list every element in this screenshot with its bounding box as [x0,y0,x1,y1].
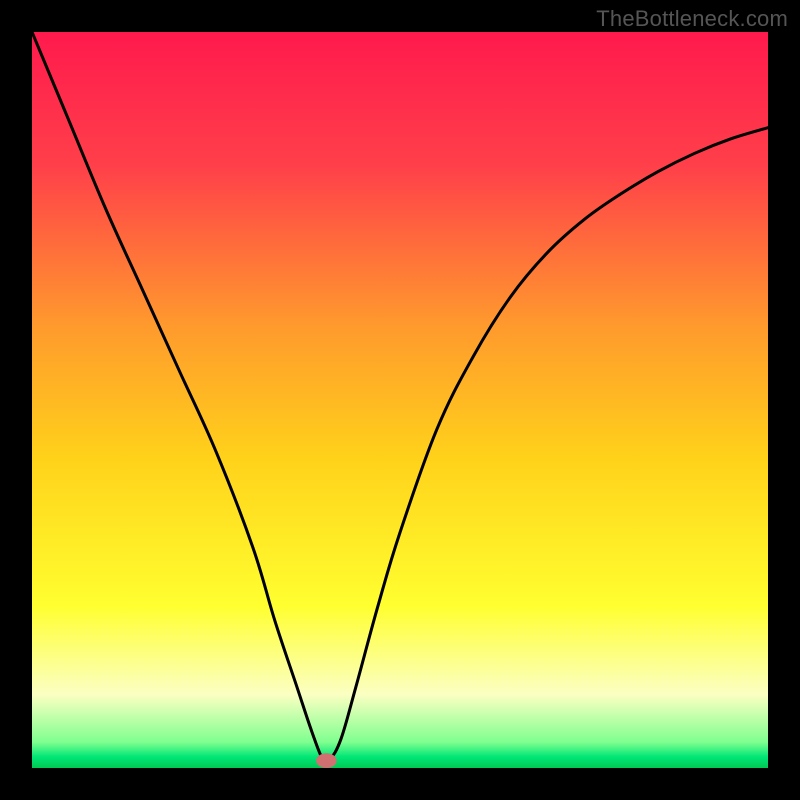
watermark-text: TheBottleneck.com [596,6,788,32]
plot-svg [32,32,768,768]
chart-frame: TheBottleneck.com [0,0,800,800]
plot-area [32,32,768,768]
optimum-marker [316,753,337,768]
gradient-background [32,32,768,768]
